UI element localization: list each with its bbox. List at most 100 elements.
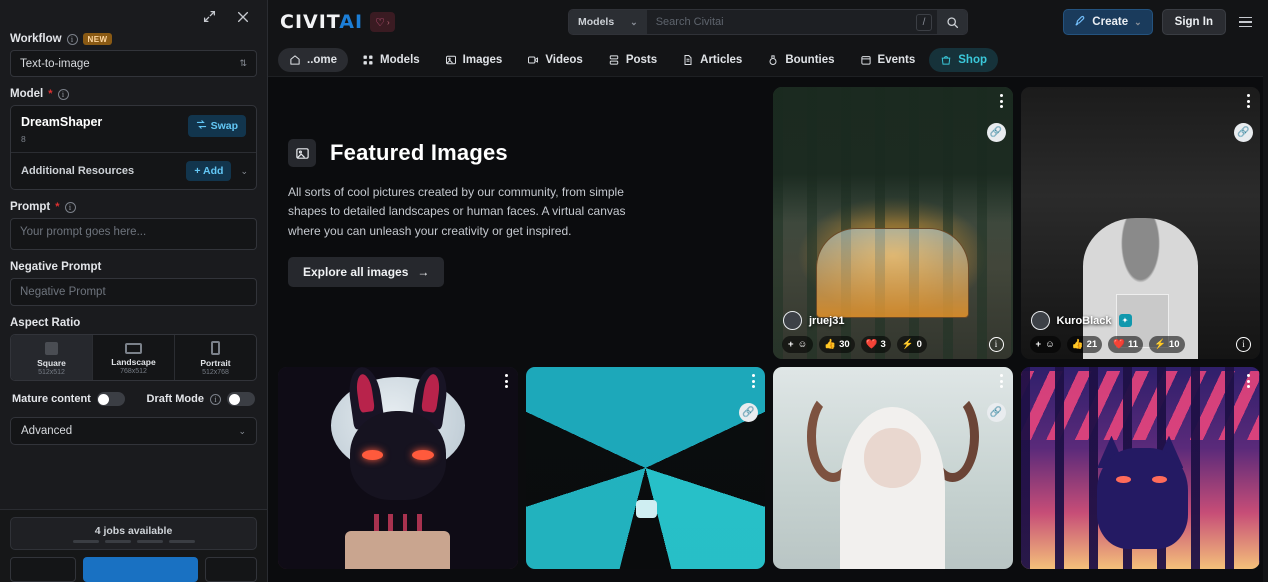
aspect-ratio-label-row: Aspect Ratio — [10, 317, 257, 329]
job-slot — [168, 539, 195, 543]
card-menu-icon[interactable] — [1247, 94, 1250, 108]
plus-icon: + — [1035, 338, 1042, 350]
chevron-down-icon: ⌄ — [630, 16, 638, 27]
nav-item-events[interactable]: Events — [849, 48, 927, 72]
swap-model-button[interactable]: Swap — [187, 115, 246, 137]
sidebar-window-controls — [0, 0, 267, 33]
model-group: Model * i DreamShaper 8 Swap Additional … — [10, 88, 257, 190]
explore-all-images-button[interactable]: Explore all images → — [288, 257, 445, 288]
close-icon[interactable] — [233, 7, 253, 27]
prompt-label-row: Prompt * i — [10, 201, 257, 213]
heart-badge[interactable]: ♡ › — [370, 12, 395, 32]
card-image — [278, 367, 518, 569]
nav-item-articles[interactable]: Articles — [671, 48, 753, 72]
heart-reaction[interactable]: ❤️ 3 — [860, 335, 891, 353]
image-card[interactable]: 🔗 KuroBlack ✦ + ☺ 👍 21 ❤️ 11 ⚡ 10 i — [1020, 87, 1260, 359]
select-stepper-icon: ⇅ — [239, 58, 247, 68]
card-menu-icon[interactable] — [999, 94, 1003, 108]
bolt-reaction[interactable]: ⚡ 10 — [1149, 335, 1185, 353]
heart-icon: ❤️ — [865, 338, 878, 350]
link-icon[interactable]: 🔗 — [986, 123, 1006, 142]
prompt-input[interactable]: Your prompt goes here... — [10, 218, 257, 250]
add-resource-button[interactable]: + Add — [186, 161, 232, 181]
nav-item-home[interactable]: ..ome — [278, 48, 349, 72]
main-area: CIVITAI ♡ › Models ⌄ / — [268, 0, 1268, 582]
menu-icon[interactable] — [1235, 13, 1256, 32]
heart-reaction[interactable]: ❤️ 11 — [1108, 335, 1144, 353]
expand-icon[interactable] — [199, 7, 219, 27]
add-reaction-button[interactable]: + ☺ — [782, 335, 814, 353]
info-icon[interactable]: i — [64, 201, 76, 213]
nav-item-bounties[interactable]: Bounties — [756, 48, 845, 72]
advanced-accordion[interactable]: Advanced ⌄ — [10, 417, 257, 445]
square-shape-icon — [45, 341, 58, 355]
nav-item-videos[interactable]: Videos — [516, 48, 594, 72]
posts-icon — [608, 54, 620, 66]
image-detail — [864, 427, 922, 489]
chevron-down-icon: ⌄ — [1134, 16, 1142, 27]
nav-item-posts[interactable]: Posts — [597, 48, 668, 72]
workflow-select[interactable]: Text-to-image ⇅ — [10, 50, 257, 77]
card-menu-icon[interactable] — [504, 374, 508, 388]
add-reaction-button[interactable]: + ☺ — [1029, 335, 1061, 353]
card-menu-icon[interactable] — [999, 374, 1003, 388]
info-icon[interactable]: i — [66, 33, 78, 45]
card-info-icon[interactable]: i — [988, 336, 1004, 352]
image-card[interactable] — [278, 367, 518, 569]
info-icon[interactable]: i — [210, 393, 221, 405]
link-icon[interactable]: 🔗 — [986, 403, 1006, 422]
create-button[interactable]: Create ⌄ — [1063, 9, 1153, 35]
image-card[interactable]: 🔗 — [773, 367, 1013, 569]
generate-button[interactable] — [83, 557, 198, 582]
search-icon[interactable] — [937, 10, 967, 34]
image-detail — [361, 449, 384, 460]
nav-label: Shop — [958, 54, 987, 66]
quantity-stepper[interactable] — [10, 557, 76, 582]
search-input[interactable] — [646, 16, 916, 28]
draft-mode-switch[interactable] — [227, 392, 255, 406]
nav-item-shop[interactable]: Shop — [929, 48, 998, 72]
model-card: DreamShaper 8 Swap Additional Resources … — [10, 105, 257, 190]
chevron-down-icon[interactable]: ⌄ — [240, 166, 248, 177]
aspect-ratio-landscape[interactable]: Landscape 768x512 — [93, 335, 175, 380]
negative-prompt-input[interactable]: Negative Prompt — [10, 278, 257, 306]
image-card[interactable] — [1020, 367, 1260, 569]
site-logo[interactable]: CIVITAI ♡ › — [280, 11, 395, 33]
info-icon[interactable]: i — [57, 88, 69, 100]
generate-options-button[interactable] — [205, 557, 257, 582]
swap-icon — [196, 119, 207, 133]
aspect-ratio-portrait[interactable]: Portrait 512x768 — [175, 335, 256, 380]
card-image — [773, 367, 1013, 569]
card-author[interactable]: jruej31 — [783, 311, 844, 330]
image-card[interactable]: 🔗 jruej31 + ☺ 👍 30 ❤️ 3 ⚡ 0 i — [773, 87, 1013, 359]
additional-resources-row: Additional Resources + Add ⌄ — [11, 153, 256, 189]
link-icon[interactable]: 🔗 — [739, 403, 758, 422]
nav-item-images[interactable]: Images — [434, 48, 514, 72]
image-icon — [445, 54, 457, 66]
thumbs-up-reaction[interactable]: 👍 21 — [1066, 335, 1103, 353]
sign-in-button[interactable]: Sign In — [1161, 9, 1226, 35]
additional-resources-label: Additional Resources — [21, 165, 135, 177]
bolt-reaction[interactable]: ⚡ 0 — [896, 335, 927, 353]
logo-wordmark: CIVITAI — [280, 11, 363, 33]
search-category-select[interactable]: Models ⌄ — [569, 10, 647, 34]
nav-item-models[interactable]: Models — [351, 48, 431, 72]
landscape-shape-icon — [125, 342, 142, 354]
jobs-status[interactable]: 4 jobs available — [10, 517, 257, 550]
card-info-icon[interactable]: i — [1236, 336, 1251, 352]
link-icon[interactable]: 🔗 — [1234, 123, 1253, 142]
card-menu-icon[interactable] — [1247, 374, 1250, 388]
thumbs-up-reaction[interactable]: 👍 30 — [819, 335, 855, 353]
image-card[interactable]: 🔗 — [525, 367, 765, 569]
required-asterisk: * — [48, 87, 53, 100]
bolt-icon: ⚡ — [1154, 338, 1166, 350]
aspect-ratio-square[interactable]: Square 512x512 — [11, 335, 93, 380]
avatar — [783, 311, 802, 330]
card-author[interactable]: KuroBlack ✦ — [1030, 311, 1132, 330]
scrollbar-rail[interactable] — [1263, 0, 1268, 582]
emoji-icon: ☺ — [1045, 338, 1055, 350]
card-menu-icon[interactable] — [752, 374, 755, 388]
plus-icon: + — [788, 338, 794, 350]
chevron-down-icon: ⌄ — [238, 425, 246, 436]
mature-content-switch[interactable] — [96, 392, 125, 406]
